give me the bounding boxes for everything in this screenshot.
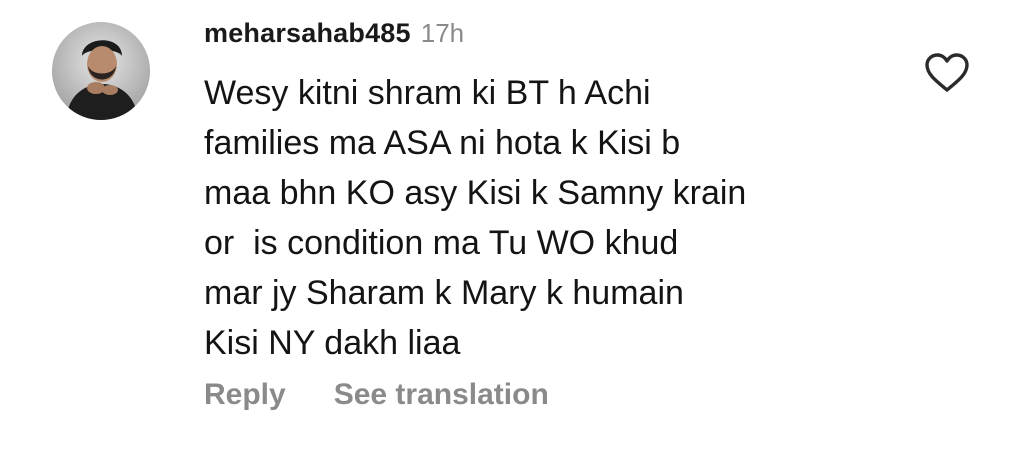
reply-button[interactable]: Reply [204, 378, 286, 412]
avatar[interactable] [52, 22, 150, 120]
comment-text-line: Wesy kitni shram ki BT h Achi [204, 74, 651, 112]
comment-actions: Reply See translation [204, 378, 549, 412]
comment: meharsahab485 17h Wesy kitni shram ki BT… [0, 0, 1024, 455]
comment-text-line: families ma ASA ni hota k Kisi b [204, 124, 681, 162]
heart-outline-icon [925, 53, 969, 92]
see-translation-button[interactable]: See translation [334, 378, 549, 412]
comment-text-line: or is condition ma Tu WO khud [204, 224, 679, 262]
username-link[interactable]: meharsahab485 [204, 18, 411, 49]
comment-header: meharsahab485 17h [204, 18, 464, 54]
comment-text-line: mar jy Sharam k Mary k humain [204, 274, 684, 312]
avatar-image [52, 22, 150, 120]
comment-text: Wesy kitni shram ki BT h Achi families m… [204, 68, 884, 368]
like-button[interactable] [924, 52, 970, 94]
comment-timestamp: 17h [420, 18, 465, 48]
comment-text-line: Kisi NY dakh liaa [204, 324, 461, 362]
comment-text-line: maa bhn KO asy Kisi k Samny krain [204, 174, 747, 212]
